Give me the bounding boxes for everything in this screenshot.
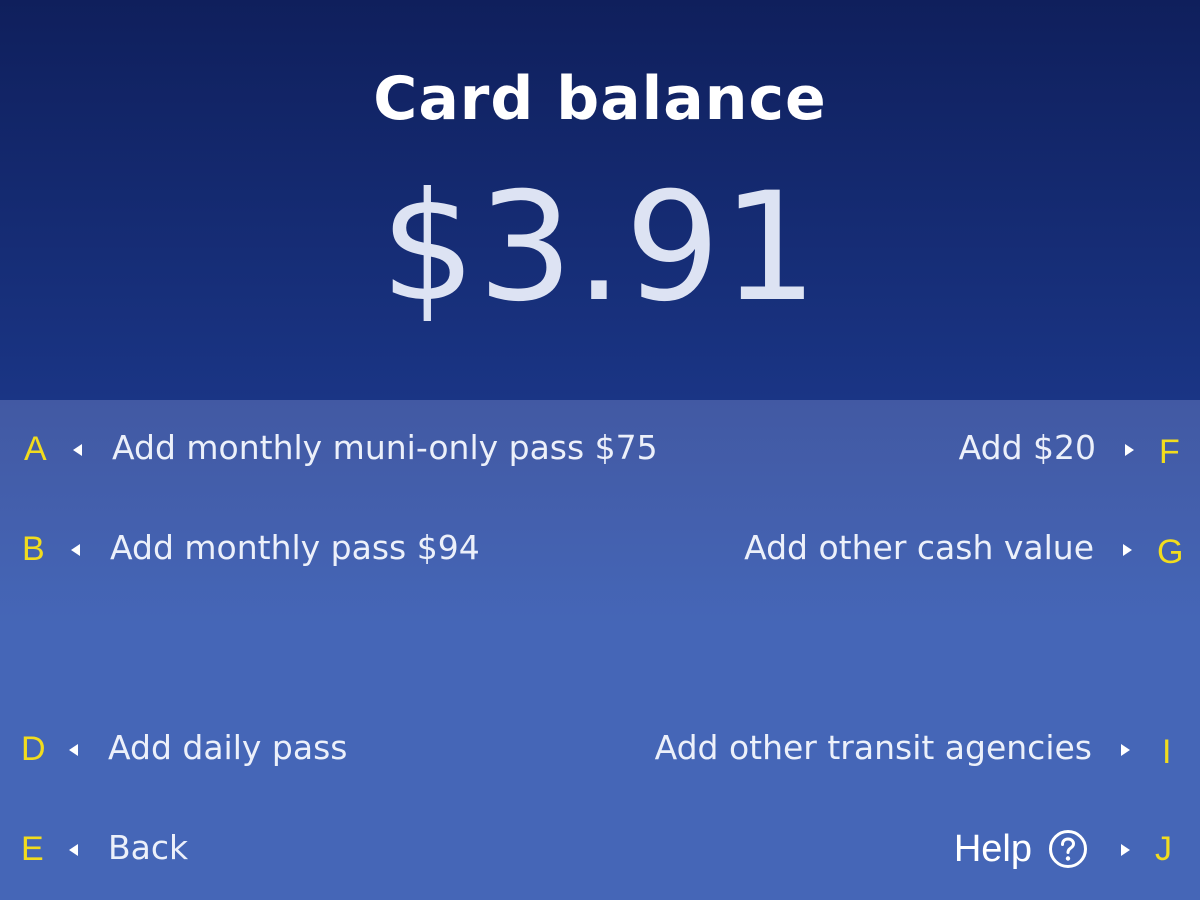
- question-circle-icon: [1049, 830, 1087, 868]
- help-label: Help: [953, 828, 1032, 870]
- key-label-d: D: [21, 730, 46, 768]
- add-other-cash-value-button[interactable]: Add other cash value: [744, 528, 1094, 568]
- key-label-g: G: [1157, 533, 1184, 571]
- right-arrow-icon: [1125, 444, 1134, 456]
- left-arrow-icon: [71, 544, 80, 556]
- right-arrow-icon: [1121, 844, 1130, 856]
- add-monthly-pass-button[interactable]: Add monthly pass $94: [110, 528, 480, 568]
- key-label-e: E: [21, 830, 44, 868]
- left-arrow-icon: [69, 844, 78, 856]
- left-arrow-icon: [73, 444, 82, 456]
- balance-amount: $3.91: [380, 161, 820, 335]
- help-button[interactable]: Help: [954, 826, 1088, 872]
- right-arrow-icon: [1121, 744, 1130, 756]
- right-arrow-icon: [1123, 544, 1132, 556]
- left-arrow-icon: [69, 744, 78, 756]
- back-button[interactable]: Back: [108, 828, 188, 868]
- key-label-i: I: [1162, 733, 1172, 771]
- page-title: Card balance: [373, 64, 827, 134]
- key-label-j: J: [1155, 830, 1172, 868]
- key-label-a: A: [24, 430, 47, 468]
- key-label-f: F: [1159, 433, 1180, 471]
- add-20-button[interactable]: Add $20: [959, 428, 1096, 468]
- add-monthly-muni-pass-button[interactable]: Add monthly muni-only pass $75: [112, 428, 658, 468]
- add-daily-pass-button[interactable]: Add daily pass: [108, 728, 347, 768]
- options-panel: [0, 400, 1200, 900]
- add-other-transit-agencies-button[interactable]: Add other transit agencies: [655, 728, 1092, 768]
- key-label-b: B: [22, 530, 45, 568]
- balance-header: Card balance $3.91: [0, 0, 1200, 400]
